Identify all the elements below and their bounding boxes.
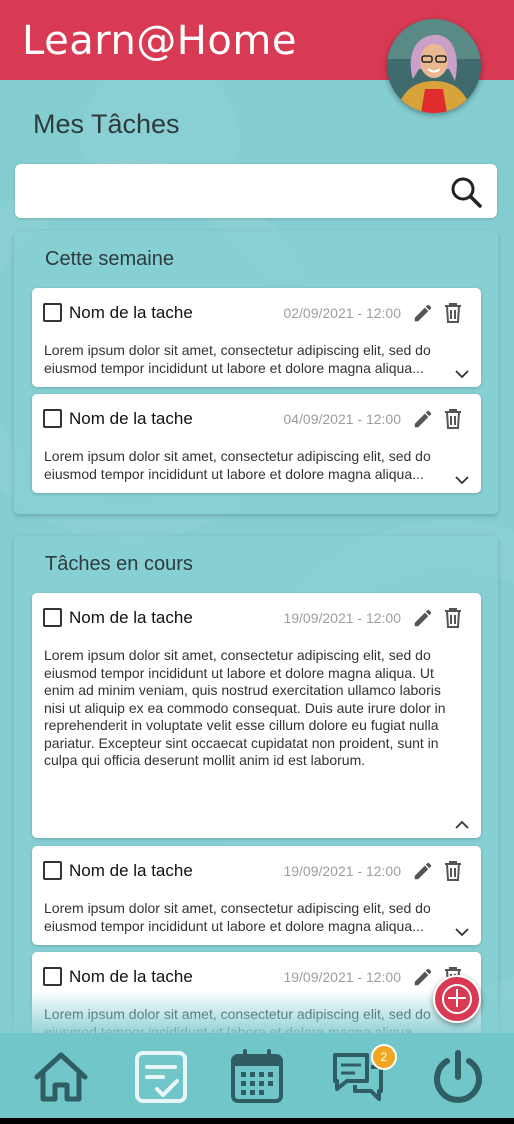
task-card-expanded[interactable]: Nom de la tache 19/09/2021 - 12:00 Lorem… [32, 593, 481, 838]
system-bar [0, 1118, 514, 1124]
notification-badge: 2 [371, 1044, 397, 1070]
task-name: Nom de la tache [69, 608, 193, 627]
edit-icon[interactable] [412, 860, 434, 882]
edit-icon[interactable] [412, 966, 434, 988]
task-card[interactable]: Nom de la tache 19/09/2021 - 12:00 Lorem… [32, 846, 481, 945]
section-title: Cette semaine [45, 248, 174, 270]
app-title: Learn@Home [22, 18, 297, 64]
task-datetime: 19/09/2021 - 12:00 [283, 969, 401, 985]
task-description: Lorem ipsum dolor sit amet, consectetur … [44, 448, 431, 482]
task-name: Nom de la tache [69, 967, 193, 986]
task-card[interactable]: Nom de la tache 02/09/2021 - 12:00 Lorem… [32, 288, 481, 387]
chevron-up-icon[interactable] [455, 820, 469, 830]
task-datetime: 02/09/2021 - 12:00 [283, 305, 401, 321]
task-checkbox[interactable] [43, 608, 62, 627]
search-bar [15, 164, 497, 218]
edit-icon[interactable] [412, 408, 434, 430]
trash-icon[interactable] [444, 607, 462, 629]
task-checkbox[interactable] [43, 409, 62, 428]
task-datetime: 19/09/2021 - 12:00 [283, 863, 401, 879]
chevron-down-icon[interactable] [455, 927, 469, 937]
chevron-down-icon[interactable] [455, 369, 469, 379]
edit-icon[interactable] [412, 302, 434, 324]
trash-icon[interactable] [444, 302, 462, 324]
calendar-icon[interactable] [227, 1047, 287, 1107]
home-icon[interactable] [31, 1047, 91, 1107]
task-checkbox[interactable] [43, 303, 62, 322]
task-datetime: 04/09/2021 - 12:00 [283, 411, 401, 427]
section-title: Tâches en cours [45, 553, 193, 575]
task-checkbox[interactable] [43, 861, 62, 880]
task-card[interactable]: Nom de la tache 04/09/2021 - 12:00 Lorem… [32, 394, 481, 493]
task-name: Nom de la tache [69, 861, 193, 880]
trash-icon[interactable] [444, 408, 462, 430]
search-icon[interactable] [449, 175, 483, 209]
task-checkbox[interactable] [43, 967, 62, 986]
chevron-down-icon[interactable] [455, 475, 469, 485]
task-description: Lorem ipsum dolor sit amet, consectetur … [44, 900, 431, 934]
edit-icon[interactable] [412, 607, 434, 629]
page-title: Mes Tâches [33, 109, 180, 139]
tasks-icon[interactable] [131, 1047, 191, 1107]
add-task-button[interactable] [433, 975, 481, 1023]
task-description: Lorem ipsum dolor sit amet, consectetur … [44, 342, 431, 376]
task-name: Nom de la tache [69, 303, 193, 322]
bottom-nav [0, 1033, 514, 1118]
search-input[interactable] [29, 174, 433, 210]
trash-icon[interactable] [444, 860, 462, 882]
user-avatar[interactable] [387, 19, 481, 113]
task-description: Lorem ipsum dolor sit amet, consectetur … [44, 647, 446, 768]
power-icon[interactable] [428, 1047, 488, 1107]
task-datetime: 19/09/2021 - 12:00 [283, 610, 401, 626]
task-name: Nom de la tache [69, 409, 193, 428]
